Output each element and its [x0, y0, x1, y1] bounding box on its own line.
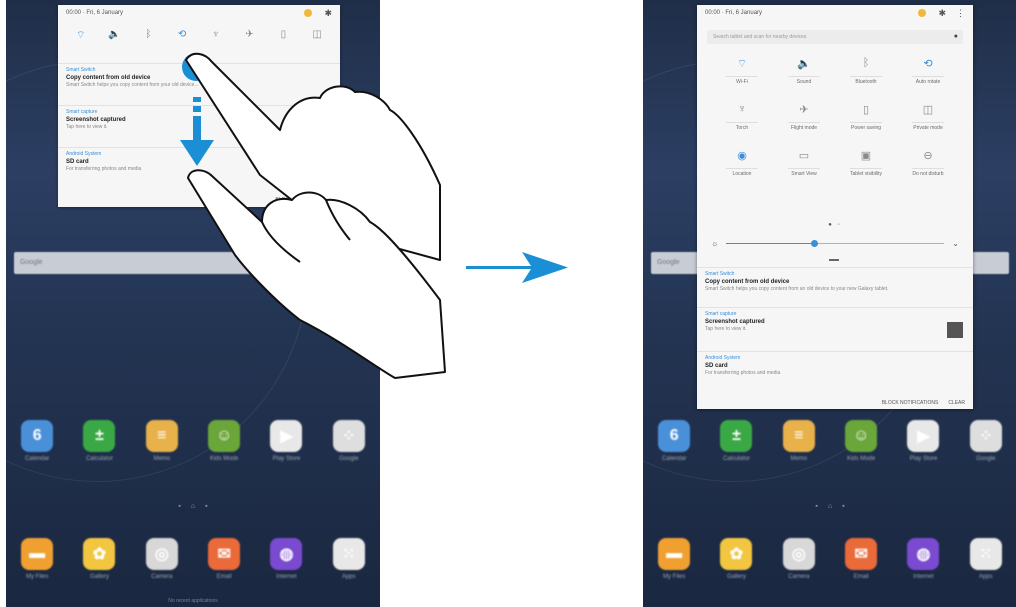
swipe-down-arrow-icon — [180, 97, 214, 166]
transition-arrow-icon — [466, 252, 568, 283]
gesture-illustration — [180, 52, 568, 379]
